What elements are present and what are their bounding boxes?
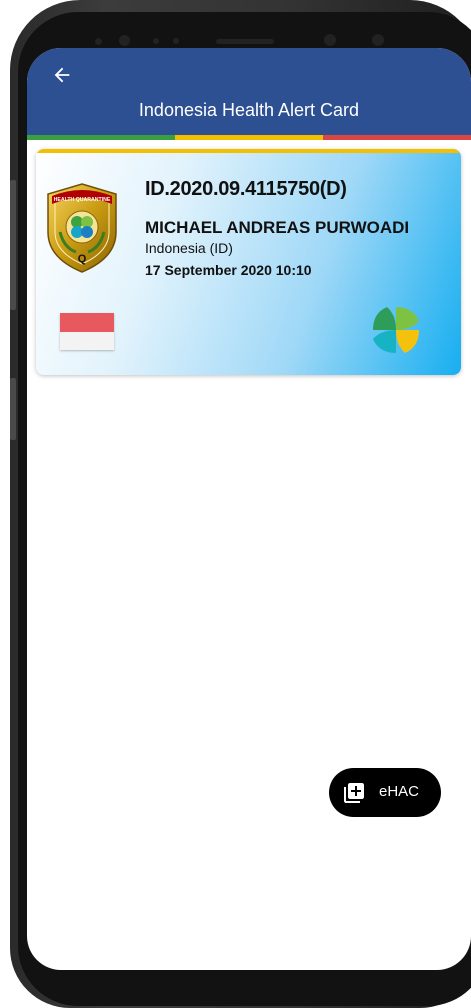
library-add-icon — [344, 783, 364, 803]
app-bar: Indonesia Health Alert Card — [27, 48, 471, 140]
stripe-red — [323, 135, 471, 140]
stripe-yellow — [175, 135, 323, 140]
kemenkes-logo-icon — [373, 307, 419, 353]
fab-label: eHAC — [379, 783, 420, 800]
back-button[interactable] — [49, 62, 75, 88]
indonesia-flag-icon — [60, 313, 114, 350]
ehac-fab-button[interactable]: eHAC — [329, 768, 441, 817]
flag-red-band — [60, 313, 114, 332]
arrow-left-icon — [54, 67, 70, 83]
traveler-name: MICHAEL ANDREAS PURWOADI — [145, 218, 410, 237]
sensor-dot — [95, 38, 102, 45]
emblem-banner-text: HEALTH QUARANTINE — [54, 197, 111, 203]
page-title: Indonesia Health Alert Card — [138, 100, 360, 120]
emblem-letter: Q — [78, 253, 87, 265]
sensor-dot — [153, 38, 159, 44]
screen: Indonesia Health Alert Card HEALTH QUARA… — [27, 48, 471, 970]
light-sensor — [372, 34, 384, 46]
card-id: ID.2020.09.4115750(D) — [145, 178, 347, 200]
proximity-sensor — [324, 34, 336, 46]
flag-white-band — [60, 331, 114, 350]
front-camera — [119, 35, 130, 46]
volume-button — [10, 180, 16, 310]
card-top-line — [36, 149, 461, 153]
card-datetime: 17 September 2020 10:10 — [145, 262, 312, 278]
health-alert-card[interactable]: HEALTH QUARANTINE Q ID.2020.09.4115750(D… — [36, 149, 461, 375]
health-quarantine-emblem-icon: HEALTH QUARANTINE Q — [47, 183, 117, 273]
sensor-dot — [173, 38, 179, 44]
stripe-green — [27, 135, 175, 140]
earpiece-speaker — [216, 39, 274, 44]
side-button — [10, 378, 16, 440]
traveler-country: Indonesia (ID) — [145, 240, 233, 256]
